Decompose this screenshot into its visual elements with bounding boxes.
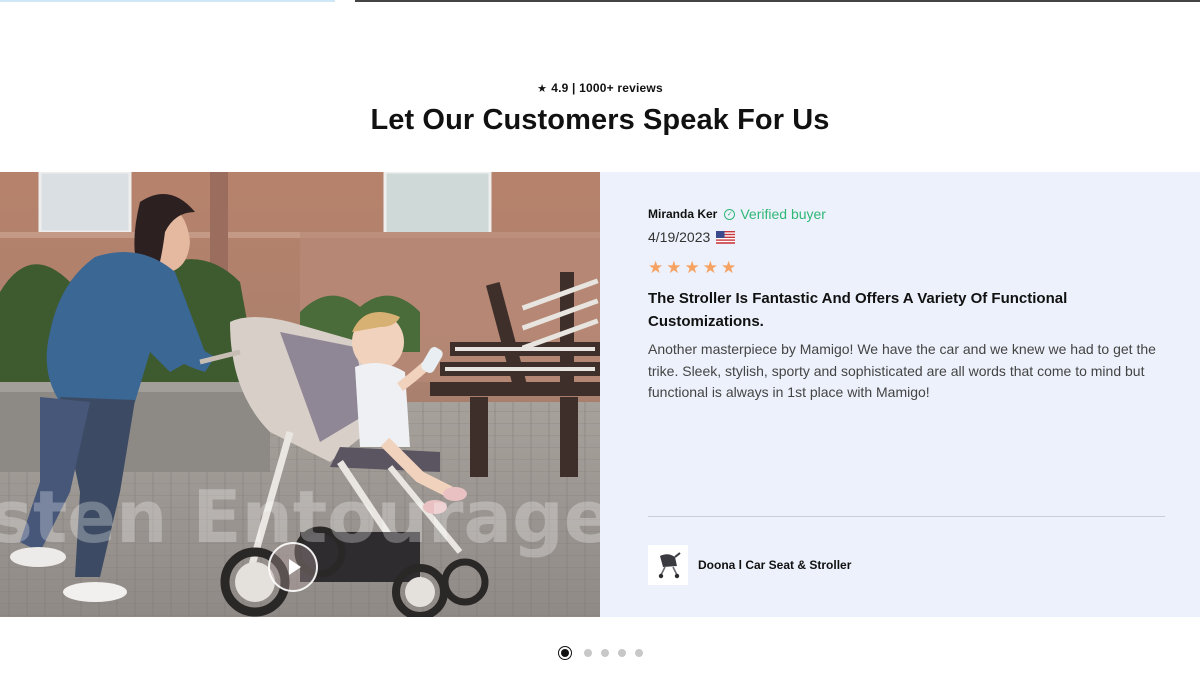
top-strip xyxy=(0,0,1200,2)
reviewed-product-link[interactable]: Doona l Car Seat & Stroller xyxy=(648,545,851,585)
review-card: Miranda Ker ✓ Verified buyer 4/19/2023 ★… xyxy=(600,172,1200,617)
review-date-row: 4/19/2023 xyxy=(648,228,1165,246)
review-heading: The Stroller Is Fantastic And Offers A V… xyxy=(648,290,1068,330)
verified-badge: ✓ Verified buyer xyxy=(724,206,826,222)
star-icon: ★ xyxy=(537,83,548,95)
carousel-dot[interactable] xyxy=(634,649,643,657)
section-title: Let Our Customers Speak For Us xyxy=(370,104,830,136)
us-flag-icon xyxy=(716,230,736,244)
star-icon: ★ xyxy=(648,258,664,277)
reviewer-name: Miranda Ker xyxy=(648,207,718,221)
review-date: 4/19/2023 xyxy=(648,229,711,245)
review-slide: sten Entourage Miranda Ker ✓ Verified bu… xyxy=(0,172,1200,617)
carousel-dot[interactable] xyxy=(600,649,609,657)
play-icon xyxy=(289,559,301,575)
reviewer-row: Miranda Ker ✓ Verified buyer xyxy=(648,206,1165,222)
stroller-icon xyxy=(658,552,681,579)
review-divider xyxy=(648,516,1165,517)
carousel-pagination xyxy=(0,646,1200,660)
carousel-dot[interactable] xyxy=(583,649,592,657)
review-media: sten Entourage xyxy=(0,172,600,617)
star-icon: ★ xyxy=(702,258,718,277)
star-icon: ★ xyxy=(721,258,737,277)
carousel-dot[interactable] xyxy=(557,646,572,660)
product-thumbnail xyxy=(648,545,688,585)
star-icon: ★ xyxy=(684,258,700,277)
verified-check-icon: ✓ xyxy=(724,208,736,220)
review-body: Another masterpiece by Mamigo! We have t… xyxy=(648,341,1156,400)
strip-segment-dark xyxy=(355,0,1200,2)
star-icon: ★ xyxy=(666,258,682,277)
strip-segment-light xyxy=(0,0,335,2)
star-rating: ★ ★ ★ ★ ★ xyxy=(648,259,1165,276)
play-video-button[interactable] xyxy=(268,542,318,592)
rating-summary: ★ 4.9 | 1000+ reviews xyxy=(0,81,1200,95)
verified-label: Verified buyer xyxy=(740,206,826,222)
carousel-dot[interactable] xyxy=(617,649,626,657)
product-name: Doona l Car Seat & Stroller xyxy=(698,558,852,572)
rating-text: 4.9 | 1000+ reviews xyxy=(551,81,663,95)
